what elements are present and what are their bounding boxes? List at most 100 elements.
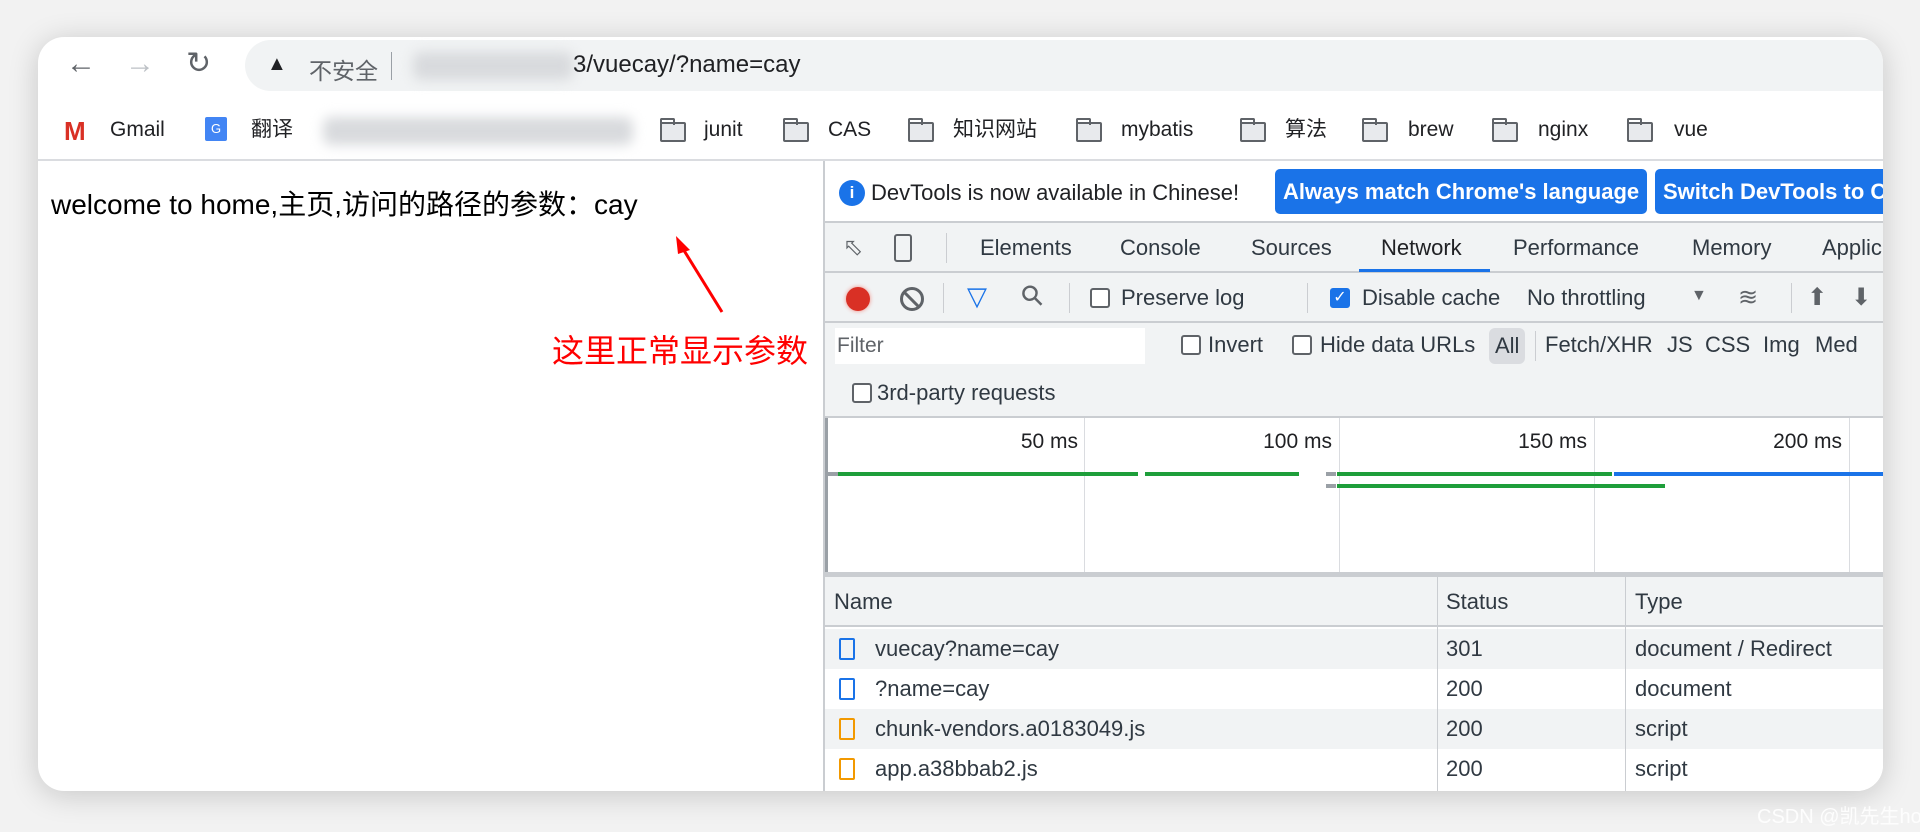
type-filter-all[interactable]: All bbox=[1489, 328, 1526, 364]
bookmark-translate[interactable]: 翻译 bbox=[251, 118, 293, 142]
folder-icon bbox=[1362, 118, 1388, 142]
export-har-icon[interactable]: ⬇ bbox=[1851, 283, 1871, 312]
annotation-arrow bbox=[676, 236, 724, 313]
device-toolbar-icon[interactable] bbox=[894, 234, 912, 262]
column-name[interactable]: Name bbox=[834, 589, 893, 615]
switch-devtools-language-button[interactable]: Switch DevTools to C bbox=[1655, 169, 1883, 214]
network-overview-timeline[interactable]: 50 ms 100 ms 150 ms 200 ms bbox=[825, 418, 1883, 572]
reload-button[interactable]: ↻ bbox=[186, 49, 211, 79]
bookmark-nginx[interactable]: nginx bbox=[1538, 118, 1588, 142]
timeline-bar bbox=[1337, 484, 1665, 488]
table-row[interactable]: ?name=cay 200 document bbox=[825, 669, 1883, 709]
folder-icon bbox=[660, 118, 686, 142]
timeline-grid-line bbox=[1084, 418, 1085, 572]
blurred-host bbox=[413, 52, 573, 80]
watermark: CSDN @凯先生ho bbox=[1757, 806, 1920, 828]
bookmark-mybatis[interactable]: mybatis bbox=[1121, 118, 1193, 142]
request-name: chunk-vendors.a0183049.js bbox=[875, 716, 1146, 741]
hide-data-urls-label: Hide data URLs bbox=[1320, 332, 1476, 357]
tab-performance[interactable]: Performance bbox=[1513, 235, 1639, 261]
timeline-bar bbox=[1145, 472, 1299, 476]
request-type: script bbox=[1635, 756, 1688, 781]
tab-network[interactable]: Network bbox=[1381, 235, 1462, 261]
bookmark-junit[interactable]: junit bbox=[704, 118, 743, 142]
divider bbox=[1791, 283, 1792, 313]
bookmark-vue[interactable]: vue bbox=[1674, 118, 1708, 142]
tab-console[interactable]: Console bbox=[1120, 235, 1201, 261]
tab-memory[interactable]: Memory bbox=[1692, 235, 1771, 261]
not-secure-label: 不安全 bbox=[309, 58, 378, 84]
request-status: 200 bbox=[1446, 716, 1483, 741]
table-row[interactable]: chunk-vendors.a0183049.js 200 script bbox=[825, 709, 1883, 749]
timeline-tick: 100 ms bbox=[1263, 430, 1332, 453]
folder-icon bbox=[783, 118, 809, 142]
bookmark-cas[interactable]: CAS bbox=[828, 118, 871, 142]
request-status: 200 bbox=[1446, 756, 1483, 781]
column-status[interactable]: Status bbox=[1446, 589, 1508, 615]
record-button[interactable] bbox=[846, 287, 870, 311]
inspect-element-icon[interactable]: ⬁ bbox=[843, 233, 863, 262]
back-button[interactable]: ← bbox=[66, 49, 96, 79]
folder-icon bbox=[1076, 118, 1102, 142]
type-filter-img[interactable]: Img bbox=[1763, 332, 1800, 358]
table-row[interactable]: app.a38bbab2.js 200 script bbox=[825, 749, 1883, 789]
type-filter-fetch-xhr[interactable]: Fetch/XHR bbox=[1545, 332, 1653, 358]
disable-cache-checkbox[interactable]: ✓ bbox=[1330, 288, 1350, 308]
table-row[interactable]: vuecay?name=cay 301 document / Redirect bbox=[825, 629, 1883, 669]
invert-checkbox[interactable] bbox=[1181, 335, 1201, 355]
request-status: 301 bbox=[1446, 636, 1483, 661]
bookmark-algorithm[interactable]: 算法 bbox=[1285, 118, 1327, 142]
column-type[interactable]: Type bbox=[1635, 589, 1683, 615]
always-match-language-button[interactable]: Always match Chrome's language bbox=[1275, 169, 1647, 214]
hide-data-urls-checkbox[interactable] bbox=[1292, 335, 1312, 355]
timeline-grid-line bbox=[1849, 418, 1850, 572]
column-divider[interactable] bbox=[1437, 577, 1438, 791]
timeline-tick: 200 ms bbox=[1773, 430, 1842, 453]
timeline-bar bbox=[1614, 472, 1883, 476]
active-tab-indicator bbox=[1359, 269, 1490, 272]
third-party-checkbox[interactable] bbox=[852, 383, 872, 403]
divider bbox=[1535, 331, 1536, 361]
folder-icon bbox=[1627, 118, 1653, 142]
preserve-log-checkbox[interactable] bbox=[1090, 288, 1110, 308]
filter-placeholder: Filter bbox=[837, 334, 884, 357]
folder-icon bbox=[1492, 118, 1518, 142]
script-icon bbox=[839, 718, 855, 740]
filter-input[interactable]: Filter bbox=[835, 328, 1145, 364]
type-filter-media[interactable]: Med bbox=[1815, 332, 1858, 358]
network-toolbar: ▽ ⚲ Preserve log ✓ Disable cache No thro… bbox=[825, 273, 1883, 323]
address-bar[interactable]: ▲ 不安全 3/vuecay/?name=cay bbox=[245, 40, 1883, 91]
document-icon bbox=[839, 638, 855, 660]
tab-application[interactable]: Applic bbox=[1822, 235, 1882, 261]
tab-sources[interactable]: Sources bbox=[1251, 235, 1332, 261]
throttling-select[interactable]: No throttling bbox=[1527, 285, 1646, 311]
import-har-icon[interactable]: ⬆ bbox=[1807, 283, 1827, 312]
third-party-label: 3rd-party requests bbox=[877, 380, 1056, 405]
url-text: 3/vuecay/?name=cay bbox=[573, 51, 801, 78]
type-filter-css[interactable]: CSS bbox=[1705, 332, 1750, 358]
filter-icon[interactable]: ▽ bbox=[967, 281, 987, 312]
bookmark-knowledge[interactable]: 知识网站 bbox=[953, 118, 1037, 142]
search-icon[interactable]: ⚲ bbox=[1013, 277, 1051, 315]
info-icon: i bbox=[839, 180, 865, 206]
infobar-message: DevTools is now available in Chinese! bbox=[871, 180, 1240, 205]
clear-button[interactable] bbox=[900, 287, 924, 311]
forward-button[interactable]: → bbox=[125, 49, 155, 79]
warning-icon: ▲ bbox=[267, 53, 287, 75]
type-filter-js[interactable]: JS bbox=[1667, 332, 1693, 358]
page-text: welcome to home,主页,访问的路径的参数：cay bbox=[51, 189, 638, 220]
folder-icon bbox=[1240, 118, 1266, 142]
divider bbox=[1069, 283, 1070, 313]
bookmark-gmail[interactable]: Gmail bbox=[110, 118, 165, 142]
timeline-bar-waiting bbox=[1326, 472, 1336, 476]
timeline-bar bbox=[838, 472, 1138, 476]
annotation-text: 这里正常显示参数 bbox=[548, 326, 813, 372]
script-icon bbox=[839, 758, 855, 780]
browser-window: ← → ↻ ▲ 不安全 3/vuecay/?name=cay M Gmail G… bbox=[38, 37, 1883, 791]
tab-elements[interactable]: Elements bbox=[980, 235, 1072, 261]
timeline-tick: 150 ms bbox=[1518, 430, 1587, 453]
network-conditions-icon[interactable]: ≋ bbox=[1738, 283, 1758, 312]
preserve-log-label: Preserve log bbox=[1121, 285, 1245, 310]
bookmark-brew[interactable]: brew bbox=[1408, 118, 1454, 142]
column-divider[interactable] bbox=[1625, 577, 1626, 791]
